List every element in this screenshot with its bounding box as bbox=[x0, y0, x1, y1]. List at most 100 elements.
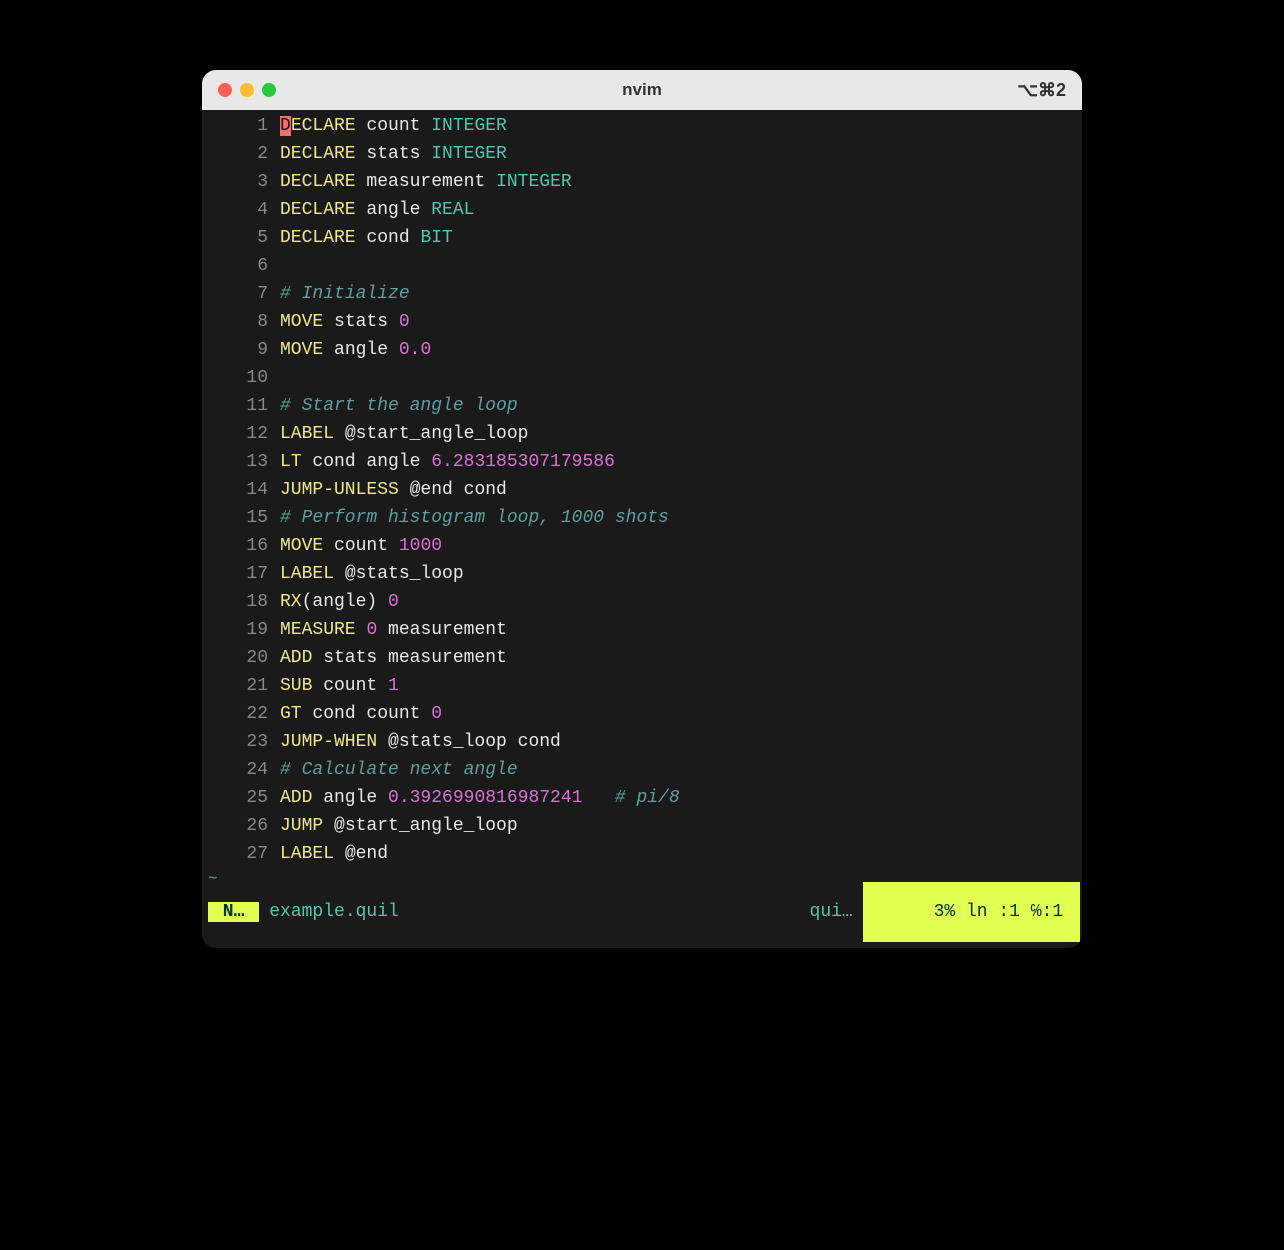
token-ident: @start_angle_loop bbox=[334, 424, 528, 444]
line-number: 17 bbox=[202, 560, 280, 588]
token-kw: JUMP-UNLESS bbox=[280, 480, 399, 500]
line-number: 24 bbox=[202, 756, 280, 784]
code-line[interactable]: 12LABEL @start_angle_loop bbox=[202, 420, 1082, 448]
code-line[interactable]: 10 bbox=[202, 364, 1082, 392]
titlebar[interactable]: nvim ⌥⌘2 bbox=[202, 70, 1082, 110]
code-line[interactable]: 6 bbox=[202, 252, 1082, 280]
close-icon[interactable] bbox=[218, 83, 232, 97]
token-ident: stats bbox=[356, 144, 432, 164]
code-line[interactable]: 18RX(angle) 0 bbox=[202, 588, 1082, 616]
maximize-icon[interactable] bbox=[262, 83, 276, 97]
token-kw: DECLARE bbox=[280, 200, 356, 220]
code-line[interactable]: 26JUMP @start_angle_loop bbox=[202, 812, 1082, 840]
token-comment: # Start the angle loop bbox=[280, 396, 518, 416]
code-line[interactable]: 14JUMP-UNLESS @end cond bbox=[202, 476, 1082, 504]
code-content[interactable]: DECLARE measurement INTEGER bbox=[280, 168, 572, 196]
token-ident: @end bbox=[334, 844, 388, 864]
token-num: 0 bbox=[388, 592, 399, 612]
code-line[interactable]: 5DECLARE cond BIT bbox=[202, 224, 1082, 252]
code-content[interactable]: # Calculate next angle bbox=[280, 756, 518, 784]
editor-area[interactable]: 1DECLARE count INTEGER2DECLARE stats INT… bbox=[202, 110, 1082, 870]
code-content[interactable]: ADD angle 0.3926990816987241 # pi/8 bbox=[280, 784, 680, 812]
token-num: 0 bbox=[399, 312, 410, 332]
mode-badge: N… bbox=[208, 902, 259, 922]
code-line[interactable]: 8MOVE stats 0 bbox=[202, 308, 1082, 336]
code-content[interactable]: DECLARE angle REAL bbox=[280, 196, 474, 224]
token-ident: cond count bbox=[302, 704, 432, 724]
code-line[interactable]: 3DECLARE measurement INTEGER bbox=[202, 168, 1082, 196]
token-ident: count bbox=[312, 676, 388, 696]
token-type: BIT bbox=[420, 228, 452, 248]
code-content[interactable]: DECLARE count INTEGER bbox=[280, 112, 507, 140]
code-line[interactable]: 2DECLARE stats INTEGER bbox=[202, 140, 1082, 168]
line-number: 9 bbox=[202, 336, 280, 364]
token-ident: angle bbox=[356, 200, 432, 220]
code-content[interactable]: SUB count 1 bbox=[280, 672, 399, 700]
code-content[interactable]: LT cond angle 6.283185307179586 bbox=[280, 448, 615, 476]
line-number: 3 bbox=[202, 168, 280, 196]
token-ident: stats measurement bbox=[312, 648, 506, 668]
line-number: 13 bbox=[202, 448, 280, 476]
code-line[interactable]: 23JUMP-WHEN @stats_loop cond bbox=[202, 728, 1082, 756]
code-line[interactable]: 20ADD stats measurement bbox=[202, 644, 1082, 672]
token-kw: JUMP-WHEN bbox=[280, 732, 377, 752]
code-line[interactable]: 22GT cond count 0 bbox=[202, 700, 1082, 728]
code-line[interactable]: 17LABEL @stats_loop bbox=[202, 560, 1082, 588]
code-content[interactable]: MOVE angle 0.0 bbox=[280, 336, 431, 364]
code-content[interactable]: # Perform histogram loop, 1000 shots bbox=[280, 504, 669, 532]
token-kw: MEASURE bbox=[280, 620, 356, 640]
code-content[interactable]: JUMP @start_angle_loop bbox=[280, 812, 518, 840]
code-content[interactable]: RX(angle) 0 bbox=[280, 588, 399, 616]
line-number: 7 bbox=[202, 280, 280, 308]
code-line[interactable]: 11# Start the angle loop bbox=[202, 392, 1082, 420]
token-cursor: D bbox=[280, 116, 291, 136]
code-line[interactable]: 15# Perform histogram loop, 1000 shots bbox=[202, 504, 1082, 532]
code-content[interactable]: MEASURE 0 measurement bbox=[280, 616, 507, 644]
position-label: 3% ln :1 ℅:1 bbox=[863, 882, 1080, 942]
line-number: 23 bbox=[202, 728, 280, 756]
token-kw: ECLARE bbox=[291, 116, 356, 136]
code-line[interactable]: 7# Initialize bbox=[202, 280, 1082, 308]
code-line[interactable]: 9MOVE angle 0.0 bbox=[202, 336, 1082, 364]
code-content[interactable]: MOVE stats 0 bbox=[280, 308, 410, 336]
code-content[interactable]: ADD stats measurement bbox=[280, 644, 507, 672]
statusbar: N… example.quil qui… 3% ln :1 ℅:1 bbox=[202, 898, 1082, 926]
filetype-label: qui… bbox=[810, 902, 853, 922]
line-number: 15 bbox=[202, 504, 280, 532]
code-content[interactable]: GT cond count 0 bbox=[280, 700, 442, 728]
code-content[interactable]: JUMP-UNLESS @end cond bbox=[280, 476, 507, 504]
token-ident: stats bbox=[323, 312, 399, 332]
window-shortcut-label: ⌥⌘2 bbox=[1017, 80, 1066, 101]
code-line[interactable]: 19MEASURE 0 measurement bbox=[202, 616, 1082, 644]
code-content[interactable]: # Start the angle loop bbox=[280, 392, 518, 420]
code-line[interactable]: 21SUB count 1 bbox=[202, 672, 1082, 700]
token-comment: # Calculate next angle bbox=[280, 760, 518, 780]
token-kw: DECLARE bbox=[280, 228, 356, 248]
line-number: 1 bbox=[202, 112, 280, 140]
code-line[interactable]: 4DECLARE angle REAL bbox=[202, 196, 1082, 224]
code-content[interactable]: LABEL @stats_loop bbox=[280, 560, 464, 588]
code-content[interactable]: DECLARE cond BIT bbox=[280, 224, 453, 252]
code-line[interactable]: 13LT cond angle 6.283185307179586 bbox=[202, 448, 1082, 476]
code-content[interactable]: JUMP-WHEN @stats_loop cond bbox=[280, 728, 561, 756]
code-content[interactable]: DECLARE stats INTEGER bbox=[280, 140, 507, 168]
code-content[interactable]: LABEL @end bbox=[280, 840, 388, 868]
code-content[interactable]: # Initialize bbox=[280, 280, 410, 308]
code-line[interactable]: 27LABEL @end bbox=[202, 840, 1082, 868]
code-content[interactable]: LABEL @start_angle_loop bbox=[280, 420, 528, 448]
token-kw: JUMP bbox=[280, 816, 323, 836]
code-line[interactable]: 24# Calculate next angle bbox=[202, 756, 1082, 784]
token-type: INTEGER bbox=[496, 172, 572, 192]
token-kw: ADD bbox=[280, 648, 312, 668]
percent-label: 3% bbox=[934, 902, 956, 922]
token-ident: @stats_loop bbox=[334, 564, 464, 584]
line-number: 20 bbox=[202, 644, 280, 672]
code-line[interactable]: 25ADD angle 0.3926990816987241 # pi/8 bbox=[202, 784, 1082, 812]
code-content[interactable]: MOVE count 1000 bbox=[280, 532, 442, 560]
minimize-icon[interactable] bbox=[240, 83, 254, 97]
token-kw: SUB bbox=[280, 676, 312, 696]
code-line[interactable]: 16MOVE count 1000 bbox=[202, 532, 1082, 560]
line-number: 22 bbox=[202, 700, 280, 728]
code-line[interactable]: 1DECLARE count INTEGER bbox=[202, 112, 1082, 140]
line-number: 16 bbox=[202, 532, 280, 560]
